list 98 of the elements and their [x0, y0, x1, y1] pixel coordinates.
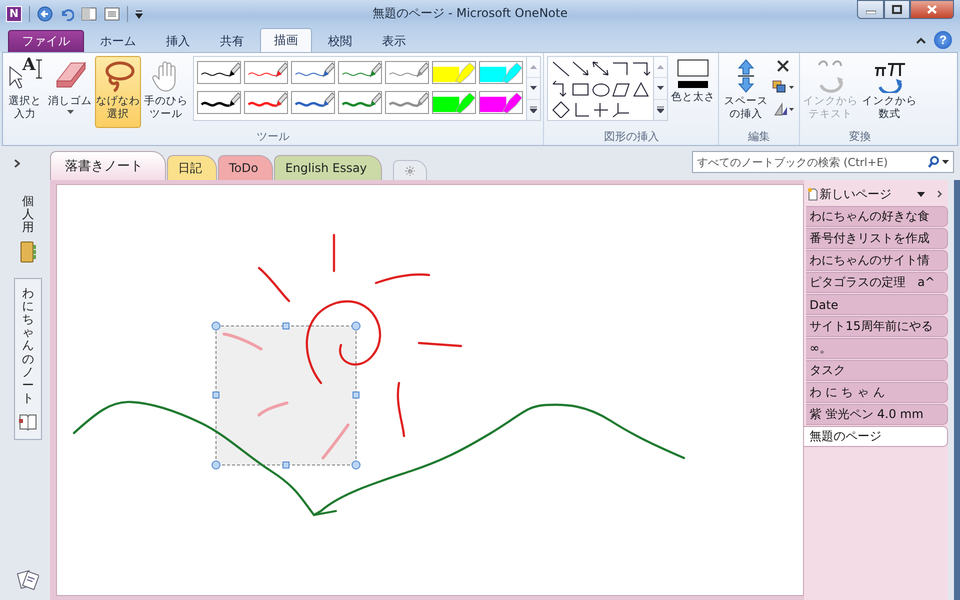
close-icon — [927, 5, 937, 14]
ribbon-tab[interactable]: 共有 — [206, 30, 258, 52]
highlighter-swatch[interactable] — [432, 61, 476, 84]
group-label: 変換 — [848, 129, 872, 145]
ribbon-tab[interactable]: 描画 — [260, 28, 312, 52]
ribbon-tab[interactable]: ファイル — [8, 30, 84, 52]
dock-icon[interactable] — [81, 6, 97, 22]
gallery-expand-icon[interactable] — [657, 106, 664, 114]
group-label: 図形の挿入 — [603, 129, 660, 145]
eraser-tool-button[interactable]: 消しゴム — [47, 56, 93, 128]
search-icon[interactable] — [928, 156, 939, 168]
maximize-icon — [892, 5, 902, 14]
selection-box[interactable] — [211, 322, 360, 470]
caret-icon[interactable] — [942, 160, 949, 164]
section-tab[interactable]: English Essay — [274, 155, 382, 180]
lasso-tool-button[interactable]: なげなわ 選択 — [95, 56, 141, 128]
page-tab[interactable]: Date — [806, 294, 948, 315]
close-button[interactable] — [910, 0, 954, 19]
pen-swatch[interactable] — [244, 90, 288, 114]
group-label: 編集 — [747, 129, 771, 145]
search-field[interactable]: すべてのノートブックの検索 (Ctrl+E) — [692, 151, 954, 173]
select-tool-button[interactable]: A 選択と 入力 — [5, 56, 45, 128]
ribbon-tab[interactable]: 校閲 — [314, 30, 366, 52]
notebook-tab[interactable]: わにちゃんのノート — [14, 278, 42, 440]
pen-swatch[interactable] — [338, 90, 382, 114]
page-view-icon[interactable] — [104, 6, 120, 22]
highlighter-swatch[interactable] — [479, 61, 523, 84]
pen-swatch[interactable] — [197, 61, 241, 84]
page-tab[interactable]: わにちゃんのサイト情 — [806, 250, 948, 271]
delete-button[interactable] — [775, 58, 791, 74]
window-title: 無題のページ - Microsoft OneNote — [371, 5, 569, 22]
page-tab[interactable]: タスク — [806, 360, 948, 381]
back-icon[interactable] — [37, 6, 53, 22]
new-page-icon — [808, 188, 818, 200]
insert-space-button[interactable]: スペース の挿入 — [723, 56, 769, 128]
double-arrow-shape-icon[interactable] — [591, 60, 611, 78]
notebook-tab[interactable]: 個人用 — [16, 186, 40, 272]
hand-tool-button[interactable]: 手のひら ツール — [143, 56, 189, 128]
delete-icon — [776, 59, 790, 73]
pen-swatch[interactable] — [291, 90, 335, 114]
ink-to-text-button: インクから テキスト — [802, 56, 859, 128]
rotate-icon — [772, 101, 794, 117]
highlighter-swatch[interactable] — [479, 90, 523, 114]
pen-swatch[interactable] — [244, 61, 288, 84]
expand-navigation-button[interactable] — [14, 158, 20, 168]
chevron-right-icon[interactable] — [937, 190, 942, 198]
ink-to-math-button[interactable]: インクから 数式 — [861, 56, 918, 128]
arrow-shape-icon[interactable] — [571, 60, 591, 78]
ribbon-tab[interactable]: ホーム — [86, 30, 150, 52]
collapse-ribbon-icon[interactable] — [916, 36, 926, 44]
section-tab[interactable]: 日記 — [167, 155, 217, 180]
dropdown-caret-icon[interactable] — [917, 192, 925, 196]
i-beam-icon — [36, 59, 42, 79]
chevron-right-icon — [14, 158, 20, 168]
page-tab[interactable]: ピタゴラスの定理 a^ — [806, 272, 948, 293]
cross-axes-shape-icon[interactable] — [591, 100, 611, 118]
arrange-icon — [772, 79, 794, 95]
page-tab[interactable]: わ に ち ゃ ん — [806, 382, 948, 403]
ribbon-tab[interactable]: 表示 — [368, 30, 420, 52]
scroll-down-icon[interactable] — [657, 86, 664, 90]
customize-caret-icon[interactable] — [135, 8, 143, 18]
sparkle-icon — [404, 166, 415, 176]
unfiled-notes-icon[interactable] — [16, 568, 39, 590]
gallery-expand-icon[interactable] — [530, 106, 537, 114]
page-tab[interactable]: サイト15周年前にやる — [806, 316, 948, 337]
page-tab[interactable]: わにちゃんの好きな食 — [806, 206, 948, 227]
rotate-button[interactable] — [771, 100, 795, 118]
group-label: ツール — [256, 129, 290, 145]
caret-icon — [66, 110, 74, 114]
diamond-shape-icon[interactable] — [551, 100, 571, 118]
pen-swatch[interactable] — [291, 61, 335, 84]
pen-swatch[interactable] — [385, 61, 429, 84]
section-tab[interactable]: 落書きノート — [50, 151, 166, 180]
color-weight-button[interactable]: 色と太さ — [670, 56, 716, 128]
pen-swatch[interactable] — [338, 61, 382, 84]
highlighter-swatch[interactable] — [432, 90, 476, 114]
elbow-arrow-shape-icon[interactable] — [631, 60, 651, 78]
pen-swatch[interactable] — [385, 90, 429, 114]
page-tab[interactable]: 無題のページ — [804, 426, 948, 447]
3d-axes-shape-icon[interactable] — [611, 100, 631, 118]
ribbon-tab[interactable]: 挿入 — [152, 30, 204, 52]
page-tab[interactable]: ∞。 — [806, 338, 948, 359]
app-logo[interactable]: N — [6, 6, 22, 22]
page-tab[interactable]: 番号付きリストを作成 — [806, 228, 948, 249]
scroll-down-icon[interactable] — [530, 86, 537, 90]
new-page-button[interactable]: 新しいページ — [808, 186, 892, 202]
pen-swatch[interactable] — [197, 90, 241, 114]
notebook-icon — [20, 240, 36, 263]
insert-space-icon — [736, 59, 756, 93]
page-tab[interactable]: 紫 蛍光ペン 4.0 mm — [806, 404, 948, 425]
maximize-button[interactable] — [884, 0, 910, 19]
select-tool-icon: A — [8, 59, 42, 93]
color-weight-icon — [677, 59, 709, 89]
undo-icon[interactable] — [60, 6, 74, 20]
line-shape-icon[interactable] — [551, 60, 571, 78]
minimize-button[interactable] — [857, 0, 884, 19]
triangle-shape-icon[interactable] — [631, 80, 651, 98]
section-tab[interactable]: ToDo — [218, 155, 274, 180]
